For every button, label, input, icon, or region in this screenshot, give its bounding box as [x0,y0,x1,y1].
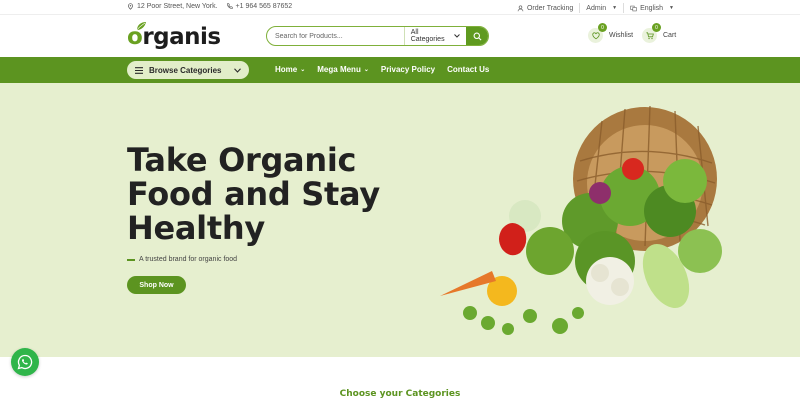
onion-shape [589,182,611,204]
wishlist-button[interactable]: 0 Wishlist [588,23,634,43]
nav-item-privacy-policy[interactable]: Privacy Policy [381,65,435,74]
divider [579,3,581,13]
address-text: 12 Poor Street, New York. [137,3,218,10]
tagline-dash [127,258,135,261]
caret-down-icon: ▼ [612,5,618,11]
phone-text: +1 964 565 87652 [235,3,293,10]
cart-label: Cart [663,32,677,39]
hero-headline-line: Healthy [127,209,265,247]
divider [623,3,625,13]
phone-icon [226,3,233,9]
main-nav: Browse Categories Home ⌄ Mega Menu ⌄ Pri… [0,57,800,83]
contact-info: 12 Poor Street, New York. +1 964 565 876… [127,3,292,10]
wishlist-label: Wishlist [609,32,634,39]
nav-item-label: Contact Us [447,65,490,74]
search-button[interactable] [466,27,488,45]
order-tracking-label: Order Tracking [526,4,574,12]
leaf-icon [136,22,146,31]
cart-count-badge: 0 [652,23,661,32]
hero-tagline-text: A trusted brand for organic food [139,256,238,263]
search-input[interactable] [267,27,404,45]
user-icon [517,5,524,11]
chevron-down-icon: ⌄ [363,67,369,73]
nav-item-mega-menu[interactable]: Mega Menu ⌄ [317,65,369,74]
cart-button[interactable]: 0 Cart [642,23,677,43]
shop-now-button[interactable]: Shop Now [127,276,186,294]
divider [0,14,800,15]
search-icon [473,32,482,40]
search-bar: All Categories [266,26,489,46]
address-item: 12 Poor Street, New York. [127,3,218,10]
heart-icon [591,31,600,39]
phone-item[interactable]: +1 964 565 87652 [226,3,293,10]
menu-icon [135,66,143,74]
account-dropdown[interactable]: Admin ▼ [586,5,617,12]
nav-item-label: Privacy Policy [380,65,436,74]
whatsapp-icon [17,354,33,370]
cart-icon [645,31,654,39]
nav-item-contact-us[interactable]: Contact Us [447,65,489,74]
nav-menu: Home ⌄ Mega Menu ⌄ Privacy Policy Contac… [275,65,501,74]
nav-item-label: Mega Menu [317,65,361,74]
hero-headline-line: Food and Stay [127,175,380,213]
language-dropdown[interactable]: English ▼ [630,5,674,12]
browse-categories-button[interactable]: Browse Categories [127,61,249,79]
translate-icon [630,5,637,11]
vegetable-basket-image [440,105,722,335]
category-select[interactable]: All Categories [403,27,467,45]
caret-down-icon: ▼ [669,5,674,11]
section-title: Choose your Categories [339,389,461,399]
red-pepper-shape [499,223,527,256]
chevron-down-icon [454,34,461,38]
browse-categories-label: Browse Categories [149,65,222,75]
chevron-down-icon: ⌄ [300,67,306,73]
hero-headline: Take Organic Food and Stay Healthy [127,143,380,245]
whatsapp-button[interactable] [11,348,39,376]
language-label: English [640,4,664,12]
brussels-sprouts [463,306,584,335]
cauliflower-shape [586,257,634,305]
nav-item-label: Home [275,65,298,74]
location-pin-icon [128,3,133,10]
chevron-down-icon [234,67,241,73]
hero-tagline: A trusted brand for organic food [127,256,237,263]
topbar-links: Order Tracking Admin ▼ English ▼ [517,3,674,13]
category-select-value: All Categories [410,29,445,43]
hero-headline-line: Take Organic [127,141,357,179]
wishlist-icon-wrap: 0 [588,23,607,43]
cart-icon-wrap: 0 [642,23,661,43]
nav-item-home[interactable]: Home ⌄ [275,65,305,74]
wishlist-count-badge: 0 [598,23,607,32]
logo[interactable]: organis [127,22,221,50]
top-bar: 12 Poor Street, New York. +1 964 565 876… [0,0,800,14]
account-label: Admin [586,4,607,12]
order-tracking-link[interactable]: Order Tracking [517,5,573,12]
tomato-shape [622,158,644,180]
hero-banner: Take Organic Food and Stay Healthy A tru… [0,83,800,357]
